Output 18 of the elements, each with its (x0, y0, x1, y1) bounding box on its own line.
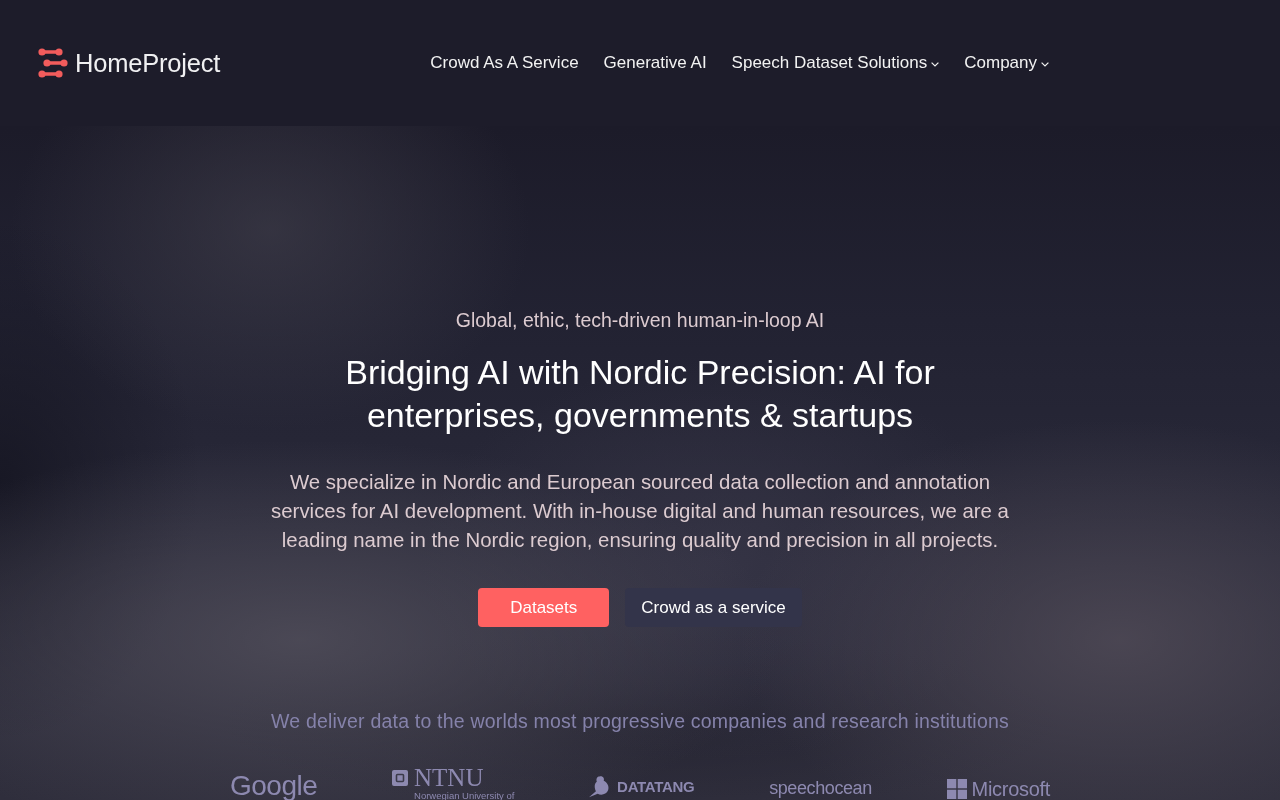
nav-link[interactable]: Crowd As A Service (430, 53, 579, 73)
nav-link[interactable]: Speech Dataset Solutions (731, 53, 940, 73)
clients-caption: We deliver data to the worlds most progressive companies and research institutions (271, 709, 1009, 734)
hero-eyebrow: Global, ethic, tech-driven human-in-loop AI (455, 308, 825, 332)
four-squares-icon (946, 779, 967, 799)
logo-wordmark[interactable]: HomeProject (75, 48, 221, 78)
client-logo: NTNU (414, 766, 484, 790)
nav-link[interactable]: Generative AI (603, 53, 707, 73)
client-logo: Google (230, 772, 318, 800)
hero-heading: Bridging AI with Nordic Precision: AI for enterprises, governments & startups (344, 352, 936, 436)
client-logo: speechocean (769, 777, 872, 800)
secondary-button[interactable]: Crowd as a service (625, 588, 802, 627)
client-logo: Microsoft (971, 778, 1050, 800)
square-emblem-icon (392, 770, 409, 786)
logo-icon[interactable] (38, 48, 68, 78)
nav-link[interactable]: Company (964, 53, 1049, 73)
hero-description: We specialize in Nordic and European sourced data collection and annotation services for AI development. With in-house digital and human resources, we are a leading name in the Nordic region, ensuring quality and precision in all projects. (270, 470, 1010, 553)
client-logo: DATATANG (617, 777, 695, 795)
